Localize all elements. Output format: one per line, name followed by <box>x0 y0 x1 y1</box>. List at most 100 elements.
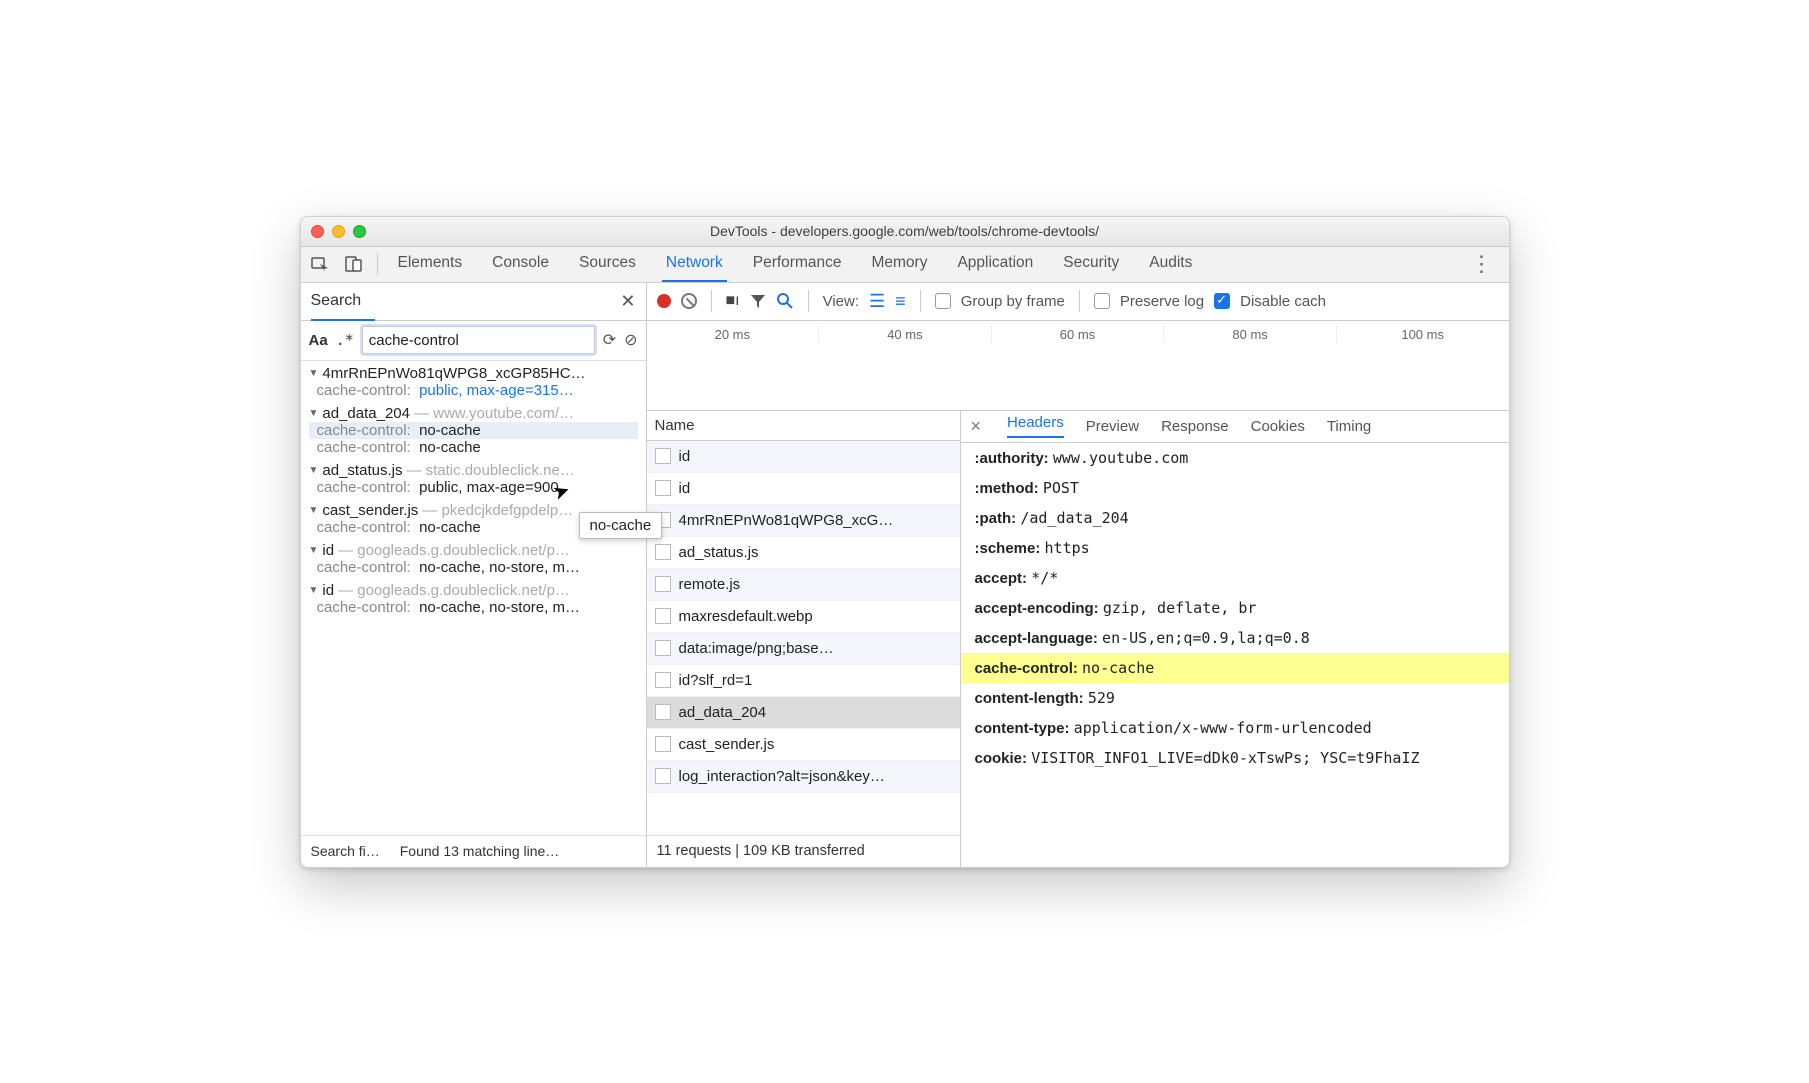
request-row[interactable]: ad_data_204 <box>647 697 960 729</box>
tab-headers[interactable]: Headers <box>1007 414 1064 438</box>
tab-timing[interactable]: Timing <box>1327 418 1371 435</box>
file-icon <box>655 544 671 560</box>
tab-memory[interactable]: Memory <box>867 246 931 282</box>
disclosure-triangle-icon: ▼ <box>309 505 319 516</box>
search-result-line[interactable]: cache-control: no-cache, no-store, m… <box>309 559 638 576</box>
tab-sources[interactable]: Sources <box>575 246 640 282</box>
group-by-frame-checkbox[interactable] <box>935 293 951 309</box>
view-large-rows-icon[interactable]: ☰ <box>869 291 885 312</box>
request-row[interactable]: data:image/png;base… <box>647 633 960 665</box>
disclosure-triangle-icon: ▼ <box>309 465 319 476</box>
search-result-line[interactable]: cache-control: public, max-age=900 <box>309 479 638 496</box>
disclosure-triangle-icon: ▼ <box>309 585 319 596</box>
close-detail-icon[interactable]: × <box>971 416 982 437</box>
tab-application[interactable]: Application <box>953 246 1037 282</box>
network-pane: ■ı View: ☰ ≡ Group by frame Preserve log <box>647 283 1509 867</box>
request-row[interactable]: remote.js <box>647 569 960 601</box>
tab-response[interactable]: Response <box>1161 418 1229 435</box>
request-row[interactable]: 4mrRnEPnWo81qWPG8_xcG… <box>647 505 960 537</box>
request-row[interactable]: log_interaction?alt=json&key… <box>647 761 960 793</box>
header-row: :path: /ad_data_204 <box>961 503 1509 533</box>
search-footer-right: Found 13 matching line… <box>400 843 560 859</box>
refresh-icon[interactable]: ⟳ <box>603 330 616 350</box>
search-result-title[interactable]: ▼ ad_data_204 — www.youtube.com/… <box>309 405 638 422</box>
tab-cookies[interactable]: Cookies <box>1251 418 1305 435</box>
search-result-title[interactable]: ▼ ad_status.js — static.doubleclick.ne… <box>309 462 638 479</box>
group-by-frame-label: Group by frame <box>961 293 1065 310</box>
search-pane-header: Search ✕ <box>301 283 646 321</box>
header-row: accept-language: en-US,en;q=0.9,la;q=0.8 <box>961 623 1509 653</box>
search-result-line[interactable]: cache-control: no-cache <box>309 422 638 439</box>
capture-screenshots-icon[interactable]: ■ı <box>726 292 740 310</box>
request-row[interactable]: id <box>647 441 960 473</box>
header-row: :authority: www.youtube.com <box>961 443 1509 473</box>
search-result-line[interactable]: cache-control: no-cache <box>309 439 638 456</box>
request-list: idid 4mrRnEPnWo81qWPG8_xcG… ad_status.jsre… <box>647 441 960 835</box>
request-row[interactable]: id <box>647 473 960 505</box>
request-name: cast_sender.js <box>679 736 775 753</box>
search-result-group: ▼ ad_data_204 — www.youtube.com/…cache-c… <box>301 401 646 458</box>
disable-cache-checkbox[interactable] <box>1214 293 1230 309</box>
tab-network[interactable]: Network <box>662 246 727 282</box>
request-name: 4mrRnEPnWo81qWPG8_xcG… <box>679 512 894 529</box>
match-case-toggle[interactable]: Aa <box>309 332 328 349</box>
request-name: data:image/png;base… <box>679 640 834 657</box>
tab-preview[interactable]: Preview <box>1086 418 1139 435</box>
disable-cache-label: Disable cach <box>1240 293 1326 310</box>
body: Search ✕ Aa .* ⟳ ⊘ ▼ 4mrRnEPnWo81qWPG8_x… <box>301 283 1509 867</box>
search-result-title[interactable]: ▼ id — googleads.g.doubleclick.net/p… <box>309 542 638 559</box>
search-input[interactable] <box>362 326 595 354</box>
request-name: log_interaction?alt=json&key… <box>679 768 885 785</box>
tab-console[interactable]: Console <box>488 246 553 282</box>
inspect-element-icon[interactable] <box>305 249 335 279</box>
record-icon[interactable] <box>657 294 671 308</box>
tab-audits[interactable]: Audits <box>1145 246 1196 282</box>
timeline-scale: 20 ms40 ms60 ms80 ms100 ms <box>647 325 1509 342</box>
search-result-line[interactable]: cache-control: public, max-age=315… <box>309 382 638 399</box>
tab-performance[interactable]: Performance <box>749 246 846 282</box>
regex-toggle[interactable]: .* <box>336 331 354 349</box>
clear-icon[interactable]: ⊘ <box>624 330 637 350</box>
separator <box>377 253 378 275</box>
request-detail-pane: × Headers Preview Response Cookies Timin… <box>961 411 1509 867</box>
search-result-line[interactable]: cache-control: no-cache, no-store, m… <box>309 599 638 616</box>
filter-icon[interactable] <box>750 293 766 309</box>
search-result-group: ▼ 4mrRnEPnWo81qWPG8_xcGP85HC… cache-cont… <box>301 361 646 401</box>
network-timeline[interactable]: 20 ms40 ms60 ms80 ms100 ms <box>647 321 1509 411</box>
search-footer-left: Search fi… <box>311 843 380 859</box>
device-toolbar-icon[interactable] <box>339 249 369 279</box>
search-result-title[interactable]: ▼ 4mrRnEPnWo81qWPG8_xcGP85HC… <box>309 365 638 382</box>
file-icon <box>655 768 671 784</box>
search-result-group: ▼ id — googleads.g.doubleclick.net/p…cac… <box>301 538 646 578</box>
header-row: accept: */* <box>961 563 1509 593</box>
search-result-title[interactable]: ▼ id — googleads.g.doubleclick.net/p… <box>309 582 638 599</box>
tab-elements[interactable]: Elements <box>394 246 467 282</box>
timeline-tick: 80 ms <box>1163 325 1336 342</box>
file-icon <box>655 736 671 752</box>
view-waterfall-icon[interactable]: ≡ <box>895 291 906 312</box>
search-result-group: ▼ ad_status.js — static.doubleclick.ne…c… <box>301 458 646 498</box>
search-query-bar: Aa .* ⟳ ⊘ <box>301 321 646 361</box>
request-row[interactable]: ad_status.js <box>647 537 960 569</box>
file-icon <box>655 672 671 688</box>
request-row[interactable]: id?slf_rd=1 <box>647 665 960 697</box>
header-row: cookie: VISITOR_INFO1_LIVE=dDk0-xTswPs; … <box>961 743 1509 773</box>
search-pane-title: Search <box>311 292 362 310</box>
request-name: ad_data_204 <box>679 704 767 721</box>
devtools-tabbar: Elements Console Sources Network Perform… <box>301 247 1509 283</box>
search-icon[interactable] <box>776 292 794 310</box>
panel-tabs: Elements Console Sources Network Perform… <box>394 246 1461 282</box>
clear-log-icon[interactable] <box>681 293 697 309</box>
window-title: DevTools - developers.google.com/web/too… <box>301 223 1509 239</box>
request-row[interactable]: maxresdefault.webp <box>647 601 960 633</box>
request-name: remote.js <box>679 576 741 593</box>
more-menu-icon[interactable]: ⋮ <box>1465 251 1499 277</box>
preserve-log-checkbox[interactable] <box>1094 293 1110 309</box>
disclosure-triangle-icon: ▼ <box>309 408 319 419</box>
request-list-header[interactable]: Name <box>647 411 960 441</box>
close-icon[interactable]: ✕ <box>620 291 635 312</box>
header-row: :scheme: https <box>961 533 1509 563</box>
search-result-group: ▼ id — googleads.g.doubleclick.net/p…cac… <box>301 578 646 618</box>
request-row[interactable]: cast_sender.js <box>647 729 960 761</box>
tab-security[interactable]: Security <box>1059 246 1123 282</box>
